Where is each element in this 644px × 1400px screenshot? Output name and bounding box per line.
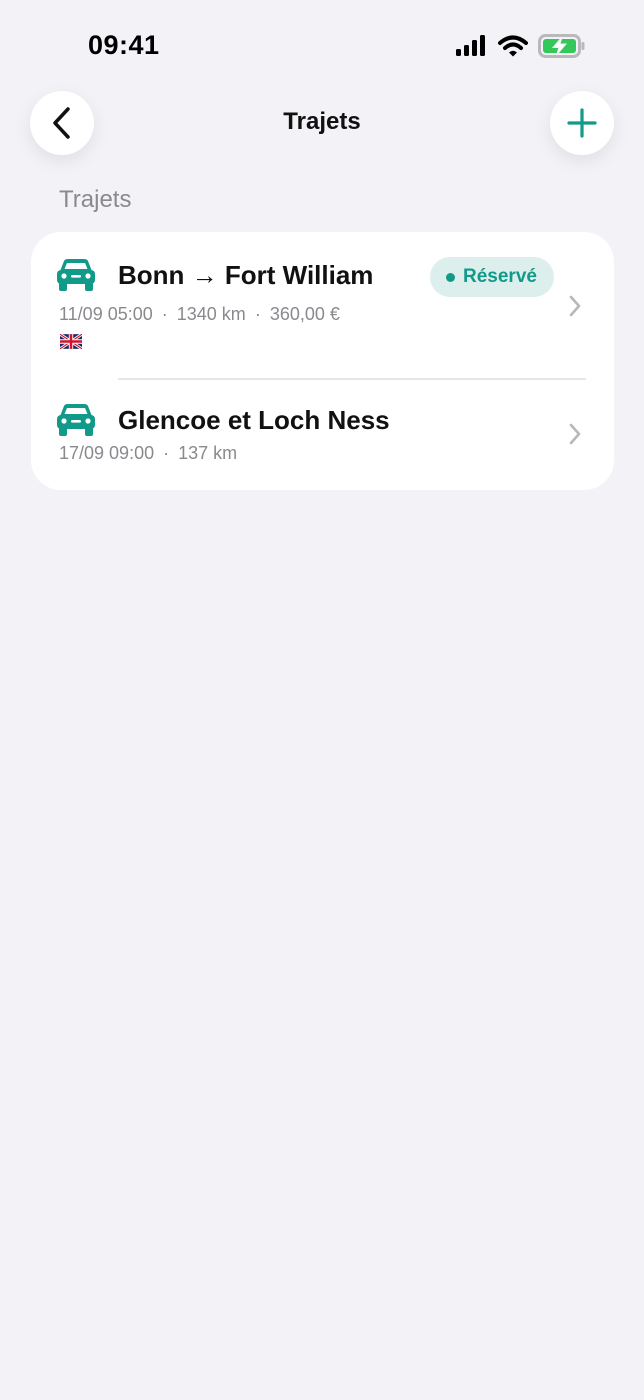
add-trip-button[interactable]: [550, 91, 614, 155]
status-dot: [446, 272, 455, 282]
trip-distance: 1340 km: [176, 304, 246, 324]
status-icons: [456, 34, 586, 58]
status-badge: Réservé: [430, 257, 554, 297]
plus-icon: [567, 108, 597, 138]
trip-distance: 137 km: [178, 443, 238, 463]
wifi-icon: [498, 35, 528, 57]
trip-price: 360,00 €: [269, 304, 340, 324]
cellular-signal-icon: [456, 35, 485, 56]
car-icon: [57, 404, 95, 436]
trip-meta: 17/09 09:00 · 137 km: [59, 443, 238, 463]
trip-date: 17/09 09:00: [59, 443, 155, 463]
trip-row-bonn-fort-william[interactable]: Bonn → Fort William Réservé 11/09 05:00 ·…: [31, 232, 614, 378]
trip-title: Glencoe et Loch Ness: [118, 405, 390, 435]
car-icon: [57, 259, 95, 291]
page-title: Trajets: [283, 108, 361, 135]
section-header: Trajets: [59, 186, 132, 213]
status-time: 09:41: [88, 30, 160, 60]
trip-row-glencoe-loch-ness[interactable]: Glencoe et Loch Ness 17/09 09:00 · 137 km: [31, 379, 614, 490]
trips-list: Bonn → Fort William Réservé 11/09 05:00 ·…: [31, 232, 614, 490]
trip-date: 11/09 05:00: [59, 304, 153, 324]
trip-meta: 11/09 05:00 · 1340 km · 360,00 €: [59, 304, 340, 324]
chevron-right-icon: [569, 295, 581, 317]
chevron-right-icon: [569, 423, 581, 445]
status-label: Réservé: [463, 266, 537, 287]
uk-flag-icon: [60, 334, 82, 349]
battery-charging-icon: [538, 34, 585, 58]
trip-title: Bonn → Fort William: [118, 260, 374, 290]
status-bar: 09:41: [0, 0, 644, 90]
